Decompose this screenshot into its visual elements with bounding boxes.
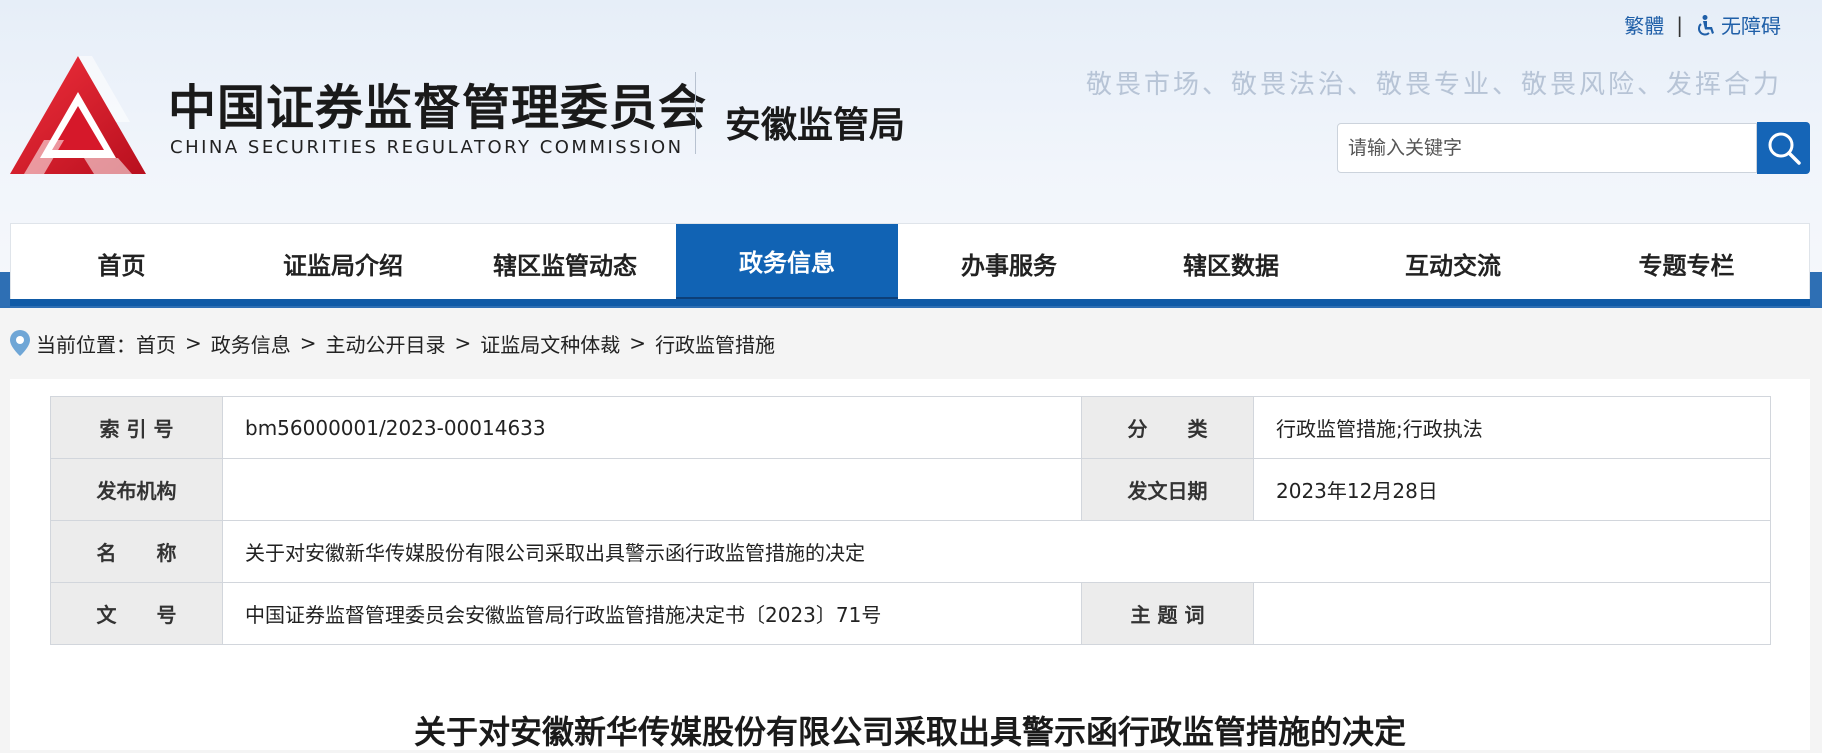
table-row: 名 称 关于对安徽新华传媒股份有限公司采取出具警示函行政监管措施的决定 xyxy=(50,520,1771,583)
table-row: 索 引 号 bm56000001/2023-00014633 分 类 行政监管措… xyxy=(50,396,1771,459)
breadcrumb-public-catalog[interactable]: 主动公开目录 xyxy=(326,329,446,358)
header-divider xyxy=(695,72,696,154)
org-name-cn: 中国证券监督管理委员会 xyxy=(168,80,708,136)
docno-label: 文 号 xyxy=(50,582,223,645)
search-icon xyxy=(1768,132,1801,165)
nav-item-services[interactable]: 办事服务 xyxy=(898,224,1120,302)
nav-underline xyxy=(10,299,1810,306)
publisher-value xyxy=(222,458,1082,521)
keywords-label: 主 题 词 xyxy=(1081,582,1254,645)
search-input[interactable] xyxy=(1338,124,1756,172)
nav-item-regional-news[interactable]: 辖区监管动态 xyxy=(454,224,676,302)
breadcrumb-document-genre[interactable]: 证监局文种体裁 xyxy=(480,329,620,358)
top-links-separator: | xyxy=(1676,12,1683,37)
slogan: 敬畏市场、敬畏法治、敬畏专业、敬畏风险、发挥合力 xyxy=(1085,70,1782,100)
search-box xyxy=(1337,123,1757,173)
breadcrumb-separator: > xyxy=(185,331,202,355)
content-panel: 索 引 号 bm56000001/2023-00014633 分 类 行政监管措… xyxy=(10,379,1810,751)
breadcrumb-government-info[interactable]: 政务信息 xyxy=(211,329,291,358)
publisher-label: 发布机构 xyxy=(50,458,223,521)
search-button[interactable] xyxy=(1757,122,1810,174)
category-label: 分 类 xyxy=(1081,396,1254,459)
document-title: 关于对安徽新华传媒股份有限公司采取出具警示函行政监管措施的决定 xyxy=(413,713,1406,751)
top-links: 繁體 | 无障碍 xyxy=(1624,10,1781,39)
breadcrumb-separator: > xyxy=(454,331,472,355)
location-pin-icon xyxy=(10,330,30,356)
accessibility-label: 无障碍 xyxy=(1721,14,1781,38)
date-value: 2023年12月28日 xyxy=(1253,458,1771,521)
name-label: 名 称 xyxy=(50,520,223,583)
nav-item-special-topics[interactable]: 专题专栏 xyxy=(1564,224,1809,302)
nav-item-government-info[interactable]: 政务信息 xyxy=(676,224,898,302)
docno-value: 中国证券监督管理委员会安徽监管局行政监管措施决定书〔2023〕71号 xyxy=(222,582,1082,645)
breadcrumb-admin-measures[interactable]: 行政监管措施 xyxy=(655,329,775,358)
nav-item-bureau-intro[interactable]: 证监局介绍 xyxy=(232,224,454,302)
category-value: 行政监管措施;行政执法 xyxy=(1253,396,1771,459)
breadcrumb-prefix: 当前位置： xyxy=(36,332,136,357)
nav-item-interaction[interactable]: 互动交流 xyxy=(1342,224,1564,302)
traditional-chinese-link[interactable]: 繁體 xyxy=(1624,10,1664,39)
date-label: 发文日期 xyxy=(1081,458,1254,521)
table-row: 发布机构 发文日期 2023年12月28日 xyxy=(50,458,1771,521)
name-value: 关于对安徽新华传媒股份有限公司采取出具警示函行政监管措施的决定 xyxy=(222,520,1771,583)
index-label: 索 引 号 xyxy=(50,396,223,459)
main-nav: 首页 证监局介绍 辖区监管动态 政务信息 办事服务 辖区数据 互动交流 专题专栏 xyxy=(10,223,1810,303)
accessibility-link[interactable]: 无障碍 xyxy=(1695,10,1781,39)
index-value: bm56000001/2023-00014633 xyxy=(222,396,1082,459)
breadcrumb-separator: > xyxy=(629,331,647,355)
breadcrumb-home[interactable]: 首页 xyxy=(136,329,176,358)
keywords-value xyxy=(1253,582,1771,645)
bureau-name: 安徽监管局 xyxy=(725,105,906,146)
nav-item-home[interactable]: 首页 xyxy=(11,224,232,302)
breadcrumb: 当前位置： 首页 > 政务信息 > 主动公开目录 > 证监局文种体裁 > 行政监… xyxy=(10,328,775,358)
csrc-logo-icon xyxy=(10,56,146,174)
table-row: 文 号 中国证券监督管理委员会安徽监管局行政监管措施决定书〔2023〕71号 主… xyxy=(50,582,1771,645)
nav-item-regional-data[interactable]: 辖区数据 xyxy=(1120,224,1342,302)
accessibility-icon xyxy=(1698,14,1714,35)
document-meta-table: 索 引 号 bm56000001/2023-00014633 分 类 行政监管措… xyxy=(50,396,1771,645)
org-name-en: CHINA SECURITIES REGULATORY COMMISSION xyxy=(170,137,684,158)
breadcrumb-separator: > xyxy=(299,331,317,355)
